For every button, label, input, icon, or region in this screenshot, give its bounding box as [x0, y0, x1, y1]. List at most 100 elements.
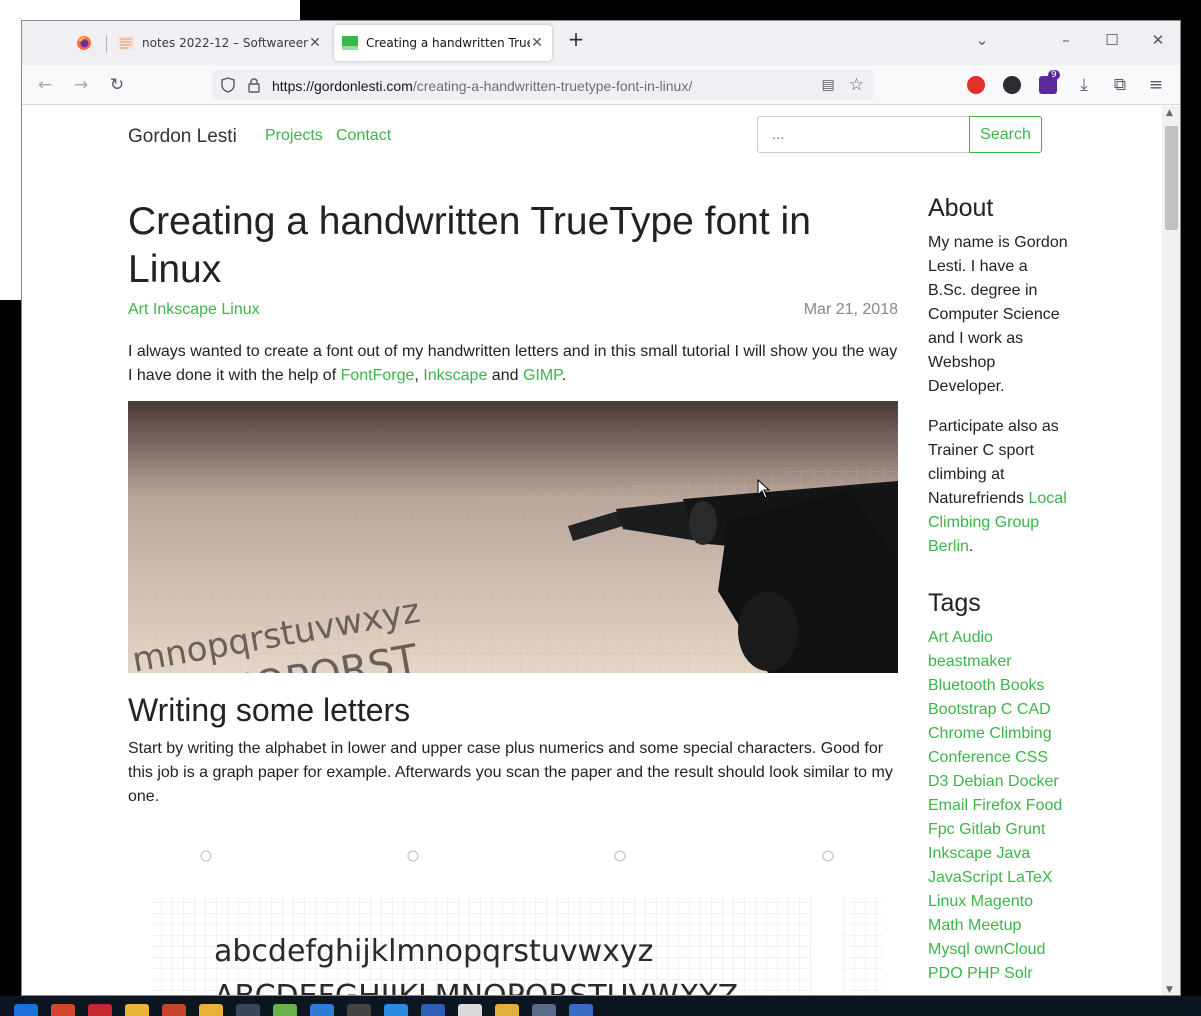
hero-image: mnopqrstuvwxyz KLMNOPQRST (*!?!): [128, 401, 898, 673]
participate-end: .: [968, 538, 974, 555]
taskbar-app-icon[interactable]: [347, 1004, 371, 1016]
firefox-icon: [77, 36, 91, 50]
reader-view-icon[interactable]: ▤: [822, 77, 835, 93]
folder-taskbar-icon[interactable]: [199, 1004, 223, 1016]
page-scrollbar[interactable]: ▲ ▼: [1162, 106, 1180, 995]
taskbar-app-icon[interactable]: [310, 1004, 334, 1016]
maximize-icon[interactable]: ☐: [1100, 31, 1124, 49]
intro-paragraph: I always wanted to create a font out of …: [128, 340, 898, 388]
site-favicon-icon: [342, 36, 358, 50]
scan-graph-paper: abcdefghijklmnopqrstuvwxyz ABCDEFGHIJKLM…: [152, 850, 883, 996]
site-brand[interactable]: Gordon Lesti: [128, 126, 237, 148]
tag-row[interactable]: Linux Magento: [928, 890, 1068, 914]
firefox-taskbar-icon[interactable]: [236, 1004, 260, 1016]
taskbar-app-icon[interactable]: [88, 1004, 112, 1016]
tags-heading: Tags: [928, 589, 981, 617]
tag-row[interactable]: Bluetooth Books: [928, 674, 1068, 698]
scan-uppercase-text: ABCDEFGHIJKLMNOPQRSTUVWXYZ: [214, 979, 738, 996]
windows-taskbar: [0, 996, 1201, 1016]
lock-icon[interactable]: [246, 77, 262, 93]
extension-badge-icon[interactable]: 9: [1039, 70, 1060, 94]
scroll-down-arrow-icon[interactable]: ▼: [1166, 985, 1173, 995]
about-heading: About: [928, 194, 994, 222]
vscode-taskbar-icon[interactable]: [384, 1004, 408, 1016]
reload-icon[interactable]: ↻: [105, 74, 129, 96]
taskbar-app-icon[interactable]: [532, 1004, 556, 1016]
tag-row[interactable]: D3 Debian Docker: [928, 770, 1068, 794]
tag-row[interactable]: Conference CSS: [928, 746, 1068, 770]
inkscape-link[interactable]: Inkscape: [423, 367, 487, 384]
close-window-icon[interactable]: ✕: [1146, 31, 1170, 49]
minimize-icon[interactable]: –: [1054, 31, 1078, 49]
tag-row[interactable]: Math Meetup: [928, 914, 1068, 938]
hero-photo-pen-and-letters: mnopqrstuvwxyz KLMNOPQRST (*!?!): [128, 401, 898, 673]
extension-badge-count: 9: [1048, 70, 1060, 80]
section-heading: Writing some letters: [128, 692, 411, 728]
list-all-tabs-chevron-icon[interactable]: ⌄: [970, 31, 994, 49]
tag-list: Art Audio beastmaker Bluetooth Books Boo…: [928, 626, 1068, 986]
tag-row[interactable]: Chrome Climbing: [928, 722, 1068, 746]
tag-row[interactable]: Inkscape Java: [928, 842, 1068, 866]
chrome-taskbar-icon[interactable]: [495, 1004, 519, 1016]
url-host: https://gordonlesti.com: [272, 77, 413, 94]
scrollbar-thumb[interactable]: [1165, 126, 1178, 230]
taskbar-app-icon[interactable]: [162, 1004, 186, 1016]
adblock-plus-icon[interactable]: [967, 76, 985, 94]
tab-notes[interactable]: notes 2022-12 – Softwareengel – ✕: [108, 25, 332, 61]
tag-row[interactable]: Mysql ownCloud: [928, 938, 1068, 962]
nav-contact-link[interactable]: Contact: [336, 127, 391, 145]
privacy-extension-icon[interactable]: [1003, 76, 1021, 94]
forward-arrow-icon[interactable]: →: [69, 74, 93, 96]
url-text: https://gordonlesti.com/creating-a-handw…: [272, 76, 692, 95]
download-icon[interactable]: ⤓: [1072, 74, 1096, 96]
tag-row[interactable]: PDO PHP Solr: [928, 962, 1068, 986]
article-date: Mar 21, 2018: [803, 301, 898, 318]
tag-row[interactable]: Art Audio: [928, 626, 1068, 650]
notes-favicon-icon: [118, 36, 134, 50]
close-tab-icon[interactable]: ✕: [530, 35, 544, 51]
article-title: Creating a handwritten TrueType font in …: [128, 200, 811, 291]
scan-lowercase-text: abcdefghijklmnopqrstuvwxyz: [214, 934, 653, 969]
chrome-taskbar-icon[interactable]: [125, 1004, 149, 1016]
tag-row[interactable]: JavaScript LaTeX: [928, 866, 1068, 890]
url-bar[interactable]: https://gordonlesti.com/creating-a-handw…: [212, 70, 874, 100]
extensions-puzzle-icon[interactable]: ⧉: [1108, 74, 1132, 96]
sidebar: About My name is Gordon Lesti. I have a …: [928, 194, 1068, 986]
about-text: My name is Gordon Lesti. I have a B.Sc. …: [928, 234, 1068, 395]
close-tab-icon[interactable]: ✕: [308, 35, 322, 51]
tag-row[interactable]: Bootstrap C CAD: [928, 698, 1068, 722]
gimp-link[interactable]: GIMP: [523, 367, 562, 384]
scanned-letters-image: abcdefghijklmnopqrstuvwxyz ABCDEFGHIJKLM…: [128, 836, 898, 996]
tab-active-article[interactable]: Creating a handwritten TrueType font in …: [334, 25, 552, 61]
shield-icon[interactable]: [220, 77, 236, 93]
back-arrow-icon[interactable]: ←: [33, 74, 57, 96]
taskbar-app-icon[interactable]: [14, 1004, 38, 1016]
search-button[interactable]: Search: [969, 116, 1042, 153]
article-tags[interactable]: Art Inkscape Linux: [128, 301, 260, 319]
mouse-cursor-icon: [757, 479, 771, 499]
tab-label: notes 2022-12 – Softwareengel –: [142, 36, 308, 50]
tag-row[interactable]: Fpc Gitlab Grunt: [928, 818, 1068, 842]
taskbar-app-icon[interactable]: [273, 1004, 297, 1016]
nav-projects-link[interactable]: Projects: [265, 127, 323, 145]
intro-and: and: [487, 367, 523, 384]
url-path: /creating-a-handwritten-truetype-font-in…: [412, 77, 693, 94]
intro-end: .: [561, 367, 567, 384]
tag-row[interactable]: beastmaker: [928, 650, 1068, 674]
bookmark-star-icon[interactable]: ☆: [849, 75, 864, 95]
word-taskbar-icon[interactable]: [421, 1004, 445, 1016]
intro-comma: ,: [414, 367, 424, 384]
taskbar-app-icon[interactable]: [569, 1004, 593, 1016]
hamburger-menu-icon[interactable]: ≡: [1144, 74, 1168, 96]
navigation-toolbar: ← → ↻ https://gordonlesti.com/creating-a…: [22, 65, 1180, 105]
taskbar-app-icon[interactable]: [458, 1004, 482, 1016]
participate-paragraph: Participate also as Trainer C sport clim…: [928, 415, 1068, 559]
taskbar-app-icon[interactable]: [51, 1004, 75, 1016]
fontforge-link[interactable]: FontForge: [341, 367, 415, 384]
tab-firefox-home[interactable]: [70, 25, 98, 61]
web-page: Gordon Lesti Projects Contact Search Cre…: [22, 106, 1162, 996]
tag-row[interactable]: Email Firefox Food: [928, 794, 1068, 818]
new-tab-button[interactable]: +: [564, 27, 588, 51]
search-input[interactable]: [757, 116, 969, 153]
scroll-up-arrow-icon[interactable]: ▲: [1166, 108, 1173, 118]
